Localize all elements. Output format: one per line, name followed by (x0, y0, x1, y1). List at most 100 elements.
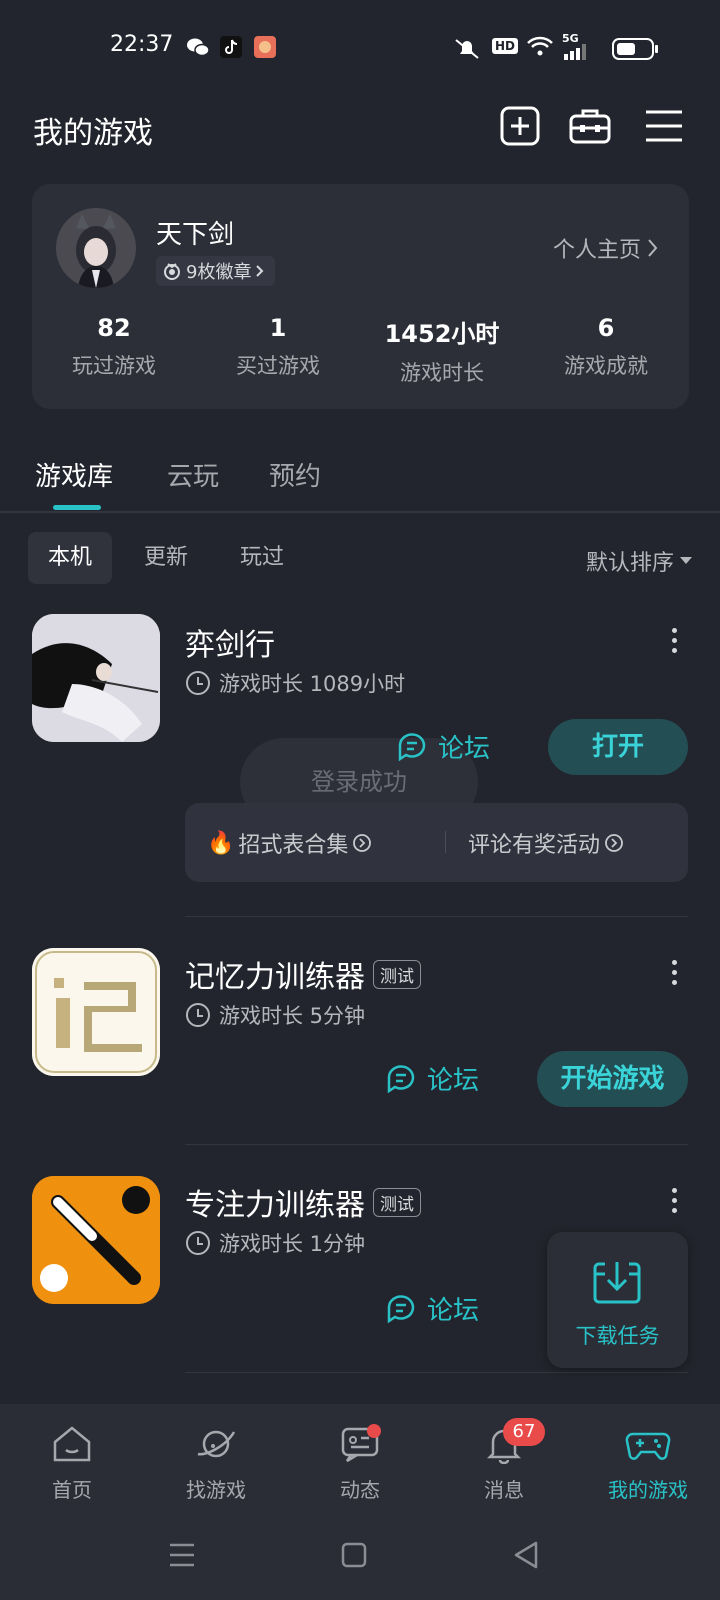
playtime-text: 游戏时长 1089小时 (219, 672, 406, 696)
app-notification-icon (254, 36, 276, 58)
nav-label: 动态 (340, 1478, 380, 1502)
stat-label: 买过游戏 (236, 354, 320, 378)
homepage-link[interactable]: 个人主页 (553, 232, 659, 264)
activity-moves[interactable]: 🔥 招式表合集 (207, 827, 372, 859)
nav-label: 首页 (52, 1478, 92, 1502)
nav-home[interactable]: 首页 (0, 1404, 144, 1516)
avatar[interactable] (56, 208, 136, 288)
stat-playtime[interactable]: 1452小时 游戏时长 (360, 314, 524, 387)
playtime-text: 游戏时长 1分钟 (219, 1232, 366, 1256)
username: 天下剑 (156, 220, 235, 250)
tab-indicator (53, 505, 101, 510)
stat-value: 6 (597, 314, 615, 342)
game-icon-yijianxing[interactable] (32, 614, 160, 742)
fire-icon: 🔥 (207, 830, 235, 856)
status-bar: 22:37 HD 5G (0, 0, 720, 96)
forum-button[interactable]: 论坛 (396, 728, 490, 765)
game-name: 专注力训练器 (185, 1188, 365, 1223)
message-count-badge: 67 (503, 1418, 545, 1446)
forum-label: 论坛 (438, 734, 491, 764)
stat-achievements[interactable]: 6 游戏成就 (524, 314, 688, 380)
home-square-icon[interactable] (341, 1542, 367, 1568)
forum-icon (398, 732, 426, 761)
stat-label: 玩过游戏 (72, 354, 156, 378)
menu-button[interactable] (642, 104, 686, 148)
stat-played[interactable]: 82 玩过游戏 (32, 314, 196, 380)
game-title[interactable]: 弈剑行 (185, 620, 275, 664)
forum-button[interactable]: 论坛 (385, 1290, 479, 1327)
toolbox-button[interactable] (568, 104, 612, 148)
forum-icon (387, 1294, 415, 1323)
playtime-row: 游戏时长 1分钟 (185, 1228, 365, 1258)
activity-label: 评论有奖活动 (468, 833, 601, 858)
filter-local[interactable]: 本机 (28, 532, 113, 584)
clock-icon (186, 1231, 210, 1255)
game-title[interactable]: 记忆力训练器 测试 (185, 952, 421, 996)
forum-icon (387, 1064, 415, 1093)
more-options-button[interactable] (672, 628, 682, 658)
nav-label: 找游戏 (186, 1478, 246, 1502)
stat-bought[interactable]: 1 买过游戏 (196, 314, 360, 380)
activity-comment-reward[interactable]: 评论有奖活动 (468, 827, 624, 859)
hd-icon: HD (492, 38, 519, 54)
game-icon-memory-trainer[interactable] (32, 948, 160, 1076)
gamepad-icon (625, 1432, 671, 1460)
nav-find-games[interactable]: 找游戏 (144, 1404, 288, 1516)
stat-value: 82 (97, 314, 131, 342)
page-title: 我的游戏 (33, 116, 153, 151)
playtime-text: 游戏时长 5分钟 (219, 1004, 366, 1028)
mute-icon (455, 39, 479, 59)
divider (185, 1372, 688, 1373)
divider (0, 511, 720, 513)
badges-link[interactable]: 9枚徽章 (156, 256, 276, 286)
tab-library[interactable]: 游戏库 (35, 456, 113, 493)
bottom-nav: 首页 找游戏 动态 消息 我的游戏 (0, 1404, 720, 1516)
filter-played[interactable]: 玩过 (220, 532, 304, 584)
filter-updates[interactable]: 更新 (124, 532, 208, 584)
system-nav-bar (0, 1516, 720, 1600)
more-options-button[interactable] (672, 1188, 682, 1218)
planet-icon (197, 1430, 236, 1458)
clock-icon (186, 1003, 210, 1027)
test-badge: 测试 (373, 959, 421, 989)
activity-bar: 🔥 招式表合集 评论有奖活动 (185, 803, 688, 882)
caret-down-icon (680, 557, 692, 564)
signal-icon (564, 44, 586, 60)
back-icon[interactable] (512, 1540, 540, 1570)
nav-messages[interactable]: 消息 (432, 1404, 576, 1516)
test-badge: 测试 (373, 1187, 421, 1217)
recent-apps-icon[interactable] (168, 1542, 196, 1568)
activity-label: 招式表合集 (238, 833, 349, 858)
forum-button[interactable]: 论坛 (385, 1060, 479, 1097)
tab-cloud[interactable]: 云玩 (167, 456, 219, 493)
add-game-button[interactable] (498, 104, 542, 148)
divider (185, 916, 688, 917)
tiktok-icon (220, 36, 242, 58)
sort-label: 默认排序 (585, 551, 674, 576)
nav-my-games[interactable]: 我的游戏 (576, 1404, 720, 1516)
wifi-icon (527, 36, 553, 56)
start-game-button[interactable]: 开始游戏 (537, 1051, 688, 1107)
download-task-label: 下载任务 (575, 1324, 660, 1348)
sort-dropdown[interactable]: 默认排序 (586, 545, 692, 577)
battery-icon (612, 38, 658, 60)
wechat-icon (187, 38, 210, 57)
forum-label: 论坛 (427, 1296, 480, 1326)
profile-card: 天下剑 9枚徽章 个人主页 82 玩过游戏 1 买过游戏 1452小时 游戏时长… (32, 184, 689, 409)
chevron-right-icon (256, 265, 264, 277)
homepage-label: 个人主页 (552, 238, 641, 263)
more-options-button[interactable] (672, 960, 682, 990)
arrow-circle-icon (605, 834, 623, 852)
tab-reservation[interactable]: 预约 (269, 456, 321, 493)
chevron-right-icon (648, 239, 658, 257)
game-title[interactable]: 专注力训练器 测试 (185, 1180, 421, 1224)
game-icon-focus-trainer[interactable] (32, 1176, 160, 1304)
playtime-row: 游戏时长 1089小时 (185, 668, 405, 698)
stat-value: 1 (269, 314, 287, 342)
download-task-button[interactable]: 下载任务 (547, 1232, 688, 1368)
nav-feed[interactable]: 动态 (288, 1404, 432, 1516)
nav-label: 我的游戏 (608, 1478, 688, 1502)
divider (185, 1144, 688, 1145)
forum-label: 论坛 (427, 1066, 480, 1096)
open-game-button[interactable]: 打开 (548, 719, 688, 775)
